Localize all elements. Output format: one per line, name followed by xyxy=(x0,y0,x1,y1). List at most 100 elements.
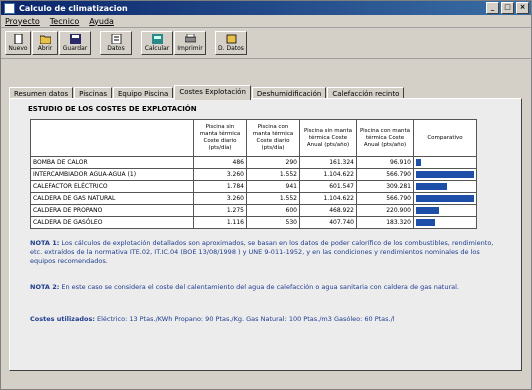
window-title: Calculo de climatizacion xyxy=(19,3,128,13)
header-annual-without: Piscina sin manta térmica Coste Anual (p… xyxy=(299,119,357,157)
tab-strip: Resumen datos Piscinas Equipo Piscina Co… xyxy=(9,85,405,100)
save-disk-icon xyxy=(69,34,81,44)
cell-comparativo xyxy=(413,216,477,229)
table-row: CALDERA DE PROPANO 1.275 600 468.922 220.900 xyxy=(30,204,477,217)
cell-annual-without: 601.547 xyxy=(299,180,357,193)
open-button-label: Abrir xyxy=(37,45,53,52)
cell-daily-without: 1.275 xyxy=(193,204,247,217)
comparison-bar xyxy=(416,159,422,166)
data-icon xyxy=(111,34,121,44)
table-row: CALEFACTOR ELÉCTRICO 1.784 941 601.547 309.2… xyxy=(30,180,477,193)
database-button-label: D. Datos xyxy=(218,45,244,52)
cell-equipment: BOMBA DE CALOR xyxy=(30,156,194,169)
cell-daily-without: 3.260 xyxy=(193,168,247,181)
cell-daily-with: 290 xyxy=(246,156,300,169)
maximize-button[interactable]: □ xyxy=(501,2,514,14)
cell-daily-without: 1.784 xyxy=(193,180,247,193)
cell-comparativo xyxy=(413,156,477,169)
table-row: CALDERA DE GASÓLEO 1.116 530 407.740 183.320 xyxy=(30,216,477,229)
cell-annual-without: 1.104.622 xyxy=(299,192,357,205)
database-button[interactable]: D. Datos xyxy=(215,31,247,55)
costs-table: Piscina sin manta térmica Coste diario (… xyxy=(30,119,477,229)
calculator-icon xyxy=(151,34,163,44)
cell-annual-without: 161.324 xyxy=(299,156,357,169)
cell-equipment: CALDERA DE PROPANO xyxy=(30,204,194,217)
cell-comparativo xyxy=(413,180,477,193)
cell-annual-without: 1.104.622 xyxy=(299,168,357,181)
table-row: BOMBA DE CALOR 486 290 161.324 96.910 xyxy=(30,156,477,169)
cell-daily-with: 530 xyxy=(246,216,300,229)
costs-panel: ESTUDIO DE LOS COSTES DE EXPLOTACIÓN Pis… xyxy=(9,98,522,371)
header-daily-without: Piscina sin manta térmica Coste diario (… xyxy=(193,119,247,157)
cell-annual-with: 220.900 xyxy=(356,204,414,217)
app-icon xyxy=(4,2,15,14)
costs-used: Costes utilizados: Eléctrico: 13 Ptas./K… xyxy=(30,315,500,324)
cell-daily-without: 486 xyxy=(193,156,247,169)
tab-costes-explotacion[interactable]: Costes Explotación xyxy=(174,85,251,100)
cell-annual-without: 407.740 xyxy=(299,216,357,229)
data-button[interactable]: Datos xyxy=(100,31,132,55)
cell-annual-with: 309.281 xyxy=(356,180,414,193)
menu-bar: Proyecto Tecnico Ayuda xyxy=(1,15,531,28)
calculate-button[interactable]: Calcular xyxy=(141,31,173,55)
cell-comparativo xyxy=(413,168,477,181)
new-file-icon xyxy=(14,34,22,44)
header-daily-with: Piscina con manta térmica Coste diario (… xyxy=(246,119,300,157)
cell-daily-with: 1.552 xyxy=(246,192,300,205)
costs-used-label: Costes utilizados: xyxy=(30,315,95,323)
data-button-label: Datos xyxy=(107,45,125,52)
print-button[interactable]: Imprimir xyxy=(174,31,206,55)
database-icon xyxy=(226,34,236,44)
cell-comparativo xyxy=(413,204,477,217)
cell-comparativo xyxy=(413,192,477,205)
comparison-bar xyxy=(416,219,436,226)
comparison-bar xyxy=(416,195,474,202)
comparison-bar xyxy=(416,207,439,214)
printer-icon xyxy=(184,34,196,43)
print-button-label: Imprimir xyxy=(177,45,203,52)
menu-tecnico[interactable]: Tecnico xyxy=(50,17,79,26)
open-button[interactable]: Abrir xyxy=(32,31,58,55)
calculate-button-label: Calcular xyxy=(144,45,170,52)
new-button-label: Nuevo xyxy=(8,45,28,52)
app-window: Calculo de climatizacion _ □ × Proyecto … xyxy=(0,0,532,390)
table-row: INTERCAMBIADOR AGUA-AGUA (1) 3.260 1.552 1.… xyxy=(30,168,477,181)
menu-proyecto[interactable]: Proyecto xyxy=(5,17,40,26)
cell-equipment: INTERCAMBIADOR AGUA-AGUA (1) xyxy=(30,168,194,181)
cell-daily-without: 1.116 xyxy=(193,216,247,229)
new-button[interactable]: Nuevo xyxy=(5,31,31,55)
note-2-text: En este caso se considera el coste del c… xyxy=(61,283,459,291)
header-blank xyxy=(30,119,194,157)
cell-daily-with: 600 xyxy=(246,204,300,217)
cell-equipment: CALEFACTOR ELÉCTRICO xyxy=(30,180,194,193)
open-folder-icon xyxy=(39,35,51,44)
note-1: NOTA 1: Los cálculos de explotación deta… xyxy=(30,239,500,266)
comparison-bar xyxy=(416,183,448,190)
cell-equipment: CALDERA DE GAS NATURAL xyxy=(30,192,194,205)
note-1-label: NOTA 1: xyxy=(30,239,60,247)
table-row: CALDERA DE GAS NATURAL 3.260 1.552 1.104.62… xyxy=(30,192,477,205)
toolbar: Nuevo Abrir Guardar Datos Calcular Impri… xyxy=(1,28,531,59)
panel-title: ESTUDIO DE LOS COSTES DE EXPLOTACIÓN xyxy=(28,105,197,113)
minimize-button[interactable]: _ xyxy=(486,2,499,14)
save-button[interactable]: Guardar xyxy=(59,31,91,55)
save-button-label: Guardar xyxy=(62,45,88,52)
cell-annual-with: 566.790 xyxy=(356,192,414,205)
menu-ayuda[interactable]: Ayuda xyxy=(89,17,114,26)
comparison-bar xyxy=(416,171,474,178)
header-comparativo: Comparativo xyxy=(413,119,477,157)
cell-annual-with: 183.320 xyxy=(356,216,414,229)
cell-annual-with: 96.910 xyxy=(356,156,414,169)
note-1-text: Los cálculos de explotación detallados s… xyxy=(30,239,494,265)
cell-annual-with: 566.790 xyxy=(356,168,414,181)
note-2: NOTA 2: En este caso se considera el cos… xyxy=(30,283,500,292)
cell-annual-without: 468.922 xyxy=(299,204,357,217)
cell-daily-without: 3.260 xyxy=(193,192,247,205)
header-annual-with: Piscina con manta térmica Coste Anual (p… xyxy=(356,119,414,157)
cell-daily-with: 1.552 xyxy=(246,168,300,181)
title-bar[interactable]: Calculo de climatizacion _ □ × xyxy=(1,1,531,15)
cell-equipment: CALDERA DE GASÓLEO xyxy=(30,216,194,229)
note-2-label: NOTA 2: xyxy=(30,283,60,291)
costs-used-text: Eléctrico: 13 Ptas./KWh Propano: 90 Ptas… xyxy=(97,315,395,323)
close-button[interactable]: × xyxy=(516,2,529,14)
